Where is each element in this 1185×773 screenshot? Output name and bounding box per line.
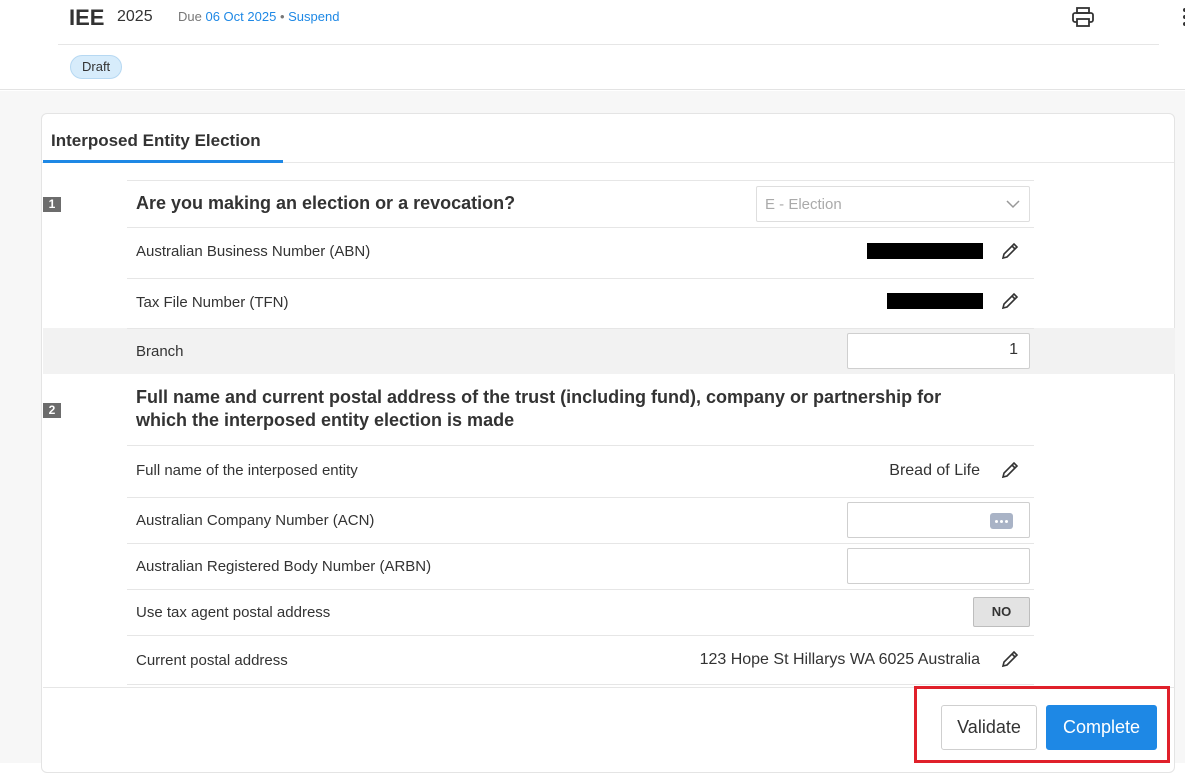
acn-input[interactable] [847, 502, 1030, 538]
tfn-label: Tax File Number (TFN) [136, 294, 289, 311]
form-year: 2025 [117, 8, 153, 25]
section-number-1: 1 [43, 197, 61, 212]
edit-entity-name-pencil-icon[interactable] [1000, 460, 1020, 480]
status-badge: Draft [70, 55, 123, 79]
printer-icon[interactable] [1071, 6, 1095, 28]
tab-interposed-entity-election[interactable]: Interposed Entity Election [43, 114, 283, 163]
form-code: IEE [69, 5, 105, 30]
due-separator: • [279, 9, 285, 24]
entity-name-label: Full name of the interposed entity [136, 462, 358, 479]
tfn-redacted-value [887, 293, 983, 309]
abn-redacted-value [867, 243, 983, 259]
arbn-label: Australian Registered Body Number (ARBN) [136, 558, 432, 575]
postal-address-question: Full name and current postal address of … [136, 386, 1036, 432]
branch-label: Branch [136, 343, 184, 360]
tax-agent-address-label: Use tax agent postal address [136, 604, 331, 621]
acn-label: Australian Company Number (ACN) [136, 512, 375, 529]
due-date-link[interactable]: 06 Oct 2025 [205, 9, 276, 24]
tax-agent-address-toggle[interactable]: NO [973, 597, 1030, 627]
postal-address-question-line-1: Full name and current postal address of … [136, 387, 942, 407]
acn-lookup-icon[interactable] [990, 513, 1013, 529]
branch-input[interactable]: 1 [847, 333, 1030, 369]
due-prefix: Due [178, 9, 202, 24]
tax-agent-address-row: Use tax agent postal address [127, 589, 1034, 635]
top-bar: IEE 2025 Due 06 Oct 2025 • Suspend Draft [0, 0, 1185, 90]
section-number-2: 2 [43, 403, 61, 418]
arbn-input[interactable] [847, 548, 1030, 584]
edit-abn-pencil-icon[interactable] [1000, 241, 1020, 261]
tab-strip: Interposed Entity Election [42, 114, 1174, 163]
election-question: Are you making an election or a revocati… [136, 193, 516, 213]
form-card: Interposed Entity Election 1 Are you mak… [41, 113, 1175, 773]
suspend-link[interactable]: Suspend [288, 9, 339, 24]
action-buttons-highlight [914, 686, 1170, 763]
more-vertical-icon[interactable] [1175, 6, 1185, 28]
abn-label: Australian Business Number (ABN) [136, 243, 371, 260]
form-header: IEE 2025 Due 06 Oct 2025 • Suspend [58, 0, 1185, 45]
chevron-down-icon [1006, 200, 1020, 209]
edit-postal-address-pencil-icon[interactable] [1000, 649, 1020, 669]
election-select-value: E - Election [765, 196, 842, 213]
election-select[interactable]: E - Election [756, 186, 1030, 222]
edit-tfn-pencil-icon[interactable] [1000, 291, 1020, 311]
postal-address-question-line-2: which the interposed entity election is … [136, 410, 515, 430]
postal-address-label: Current postal address [136, 652, 288, 669]
due-info: Due 06 Oct 2025 • Suspend [178, 9, 339, 24]
entity-name-value: Bread of Life [889, 462, 980, 479]
postal-address-value: 123 Hope St Hillarys WA 6025 Australia [699, 651, 980, 668]
